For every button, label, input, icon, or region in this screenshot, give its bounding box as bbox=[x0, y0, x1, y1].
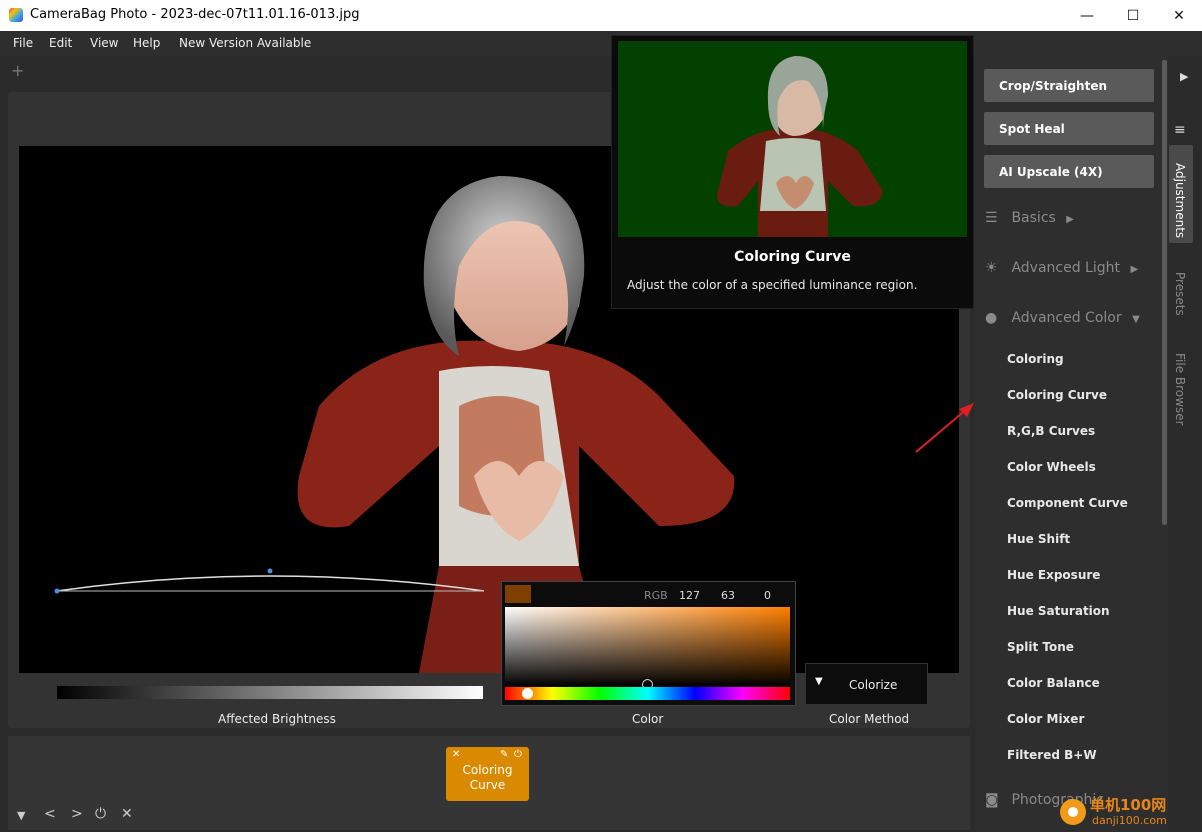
section-advanced-light-label: Advanced Light bbox=[1011, 260, 1120, 276]
item-color-balance[interactable]: Color Balance bbox=[1007, 676, 1100, 690]
menu-icon[interactable]: ≡ bbox=[1174, 122, 1186, 138]
color-swatch bbox=[505, 585, 531, 603]
rgb-green-value[interactable]: 63 bbox=[721, 589, 735, 602]
tab-presets[interactable]: Presets bbox=[1173, 272, 1187, 316]
next-button[interactable]: > bbox=[71, 806, 83, 822]
chevron-right-icon: ▶ bbox=[1066, 214, 1074, 225]
hue-handle[interactable] bbox=[522, 688, 533, 699]
tab-file-browser[interactable]: File Browser bbox=[1173, 353, 1187, 426]
color-label: Color bbox=[632, 712, 664, 726]
chip-label-line2: Curve bbox=[469, 778, 506, 792]
hue-slider[interactable] bbox=[505, 687, 790, 700]
item-rgb-curves[interactable]: R,G,B Curves bbox=[1007, 424, 1095, 438]
color-circles-icon: ● bbox=[985, 310, 998, 326]
color-method-dropdown[interactable]: ▼ Colorize bbox=[805, 663, 928, 705]
menu-view[interactable]: View bbox=[90, 36, 118, 50]
title-bar: CameraBag Photo - 2023-dec-07t11.01.16-0… bbox=[0, 0, 1202, 31]
tab-adjustments[interactable]: Adjustments bbox=[1173, 163, 1187, 238]
close-button[interactable]: ✕ bbox=[1156, 0, 1202, 31]
section-advanced-light[interactable]: ☀ Advanced Light ▶ bbox=[985, 260, 1138, 276]
spot-heal-button[interactable]: Spot Heal bbox=[984, 112, 1154, 145]
watermark-text-cn: 单机100网 bbox=[1090, 796, 1167, 814]
tooltip: Coloring Curve Adjust the color of a spe… bbox=[611, 35, 974, 309]
window-title: CameraBag Photo - 2023-dec-07t11.01.16-0… bbox=[30, 7, 360, 22]
menu-file[interactable]: File bbox=[13, 36, 33, 50]
collapse-icon[interactable]: ▼ bbox=[17, 809, 25, 822]
tooltip-title: Coloring Curve bbox=[734, 249, 851, 265]
item-color-wheels[interactable]: Color Wheels bbox=[1007, 460, 1096, 474]
tooltip-preview-image bbox=[618, 41, 967, 237]
maximize-button[interactable]: ☐ bbox=[1110, 0, 1156, 31]
watermark: 单机100网 danji100.com bbox=[1052, 793, 1202, 832]
color-picker[interactable]: RGB 127 63 0 bbox=[501, 581, 796, 706]
crop-straighten-label: Crop/Straighten bbox=[999, 79, 1107, 93]
item-coloring-curve[interactable]: Coloring Curve bbox=[1007, 388, 1107, 402]
power-toggle-icon[interactable]: ⏻ bbox=[95, 806, 106, 822]
menu-new-version[interactable]: New Version Available bbox=[179, 36, 311, 50]
chip-label-line1: Coloring bbox=[462, 763, 513, 777]
ai-upscale-button[interactable]: AI Upscale (4X) bbox=[984, 155, 1154, 188]
color-method-label: Color Method bbox=[829, 712, 910, 726]
section-basics[interactable]: ☰ Basics ▶ bbox=[985, 210, 1074, 226]
minimize-button[interactable]: — bbox=[1064, 0, 1110, 31]
item-coloring[interactable]: Coloring bbox=[1007, 352, 1064, 366]
item-hue-shift[interactable]: Hue Shift bbox=[1007, 532, 1070, 546]
chevron-right-icon: ▶ bbox=[1130, 264, 1139, 275]
tooltip-description: Adjust the color of a specified luminanc… bbox=[627, 278, 918, 292]
color-method-value: Colorize bbox=[849, 678, 898, 692]
item-color-mixer[interactable]: Color Mixer bbox=[1007, 712, 1084, 726]
section-basics-label: Basics bbox=[1011, 210, 1056, 226]
power-icon[interactable]: ⏻ bbox=[514, 749, 522, 760]
sliders-icon: ☰ bbox=[985, 210, 998, 226]
section-advanced-color[interactable]: ● Advanced Color ▼ bbox=[985, 310, 1140, 326]
add-tab-button[interactable]: + bbox=[11, 61, 24, 80]
rgb-red-value[interactable]: 127 bbox=[679, 589, 700, 602]
panel-scrollbar[interactable] bbox=[1162, 60, 1167, 525]
chevron-down-icon: ▼ bbox=[815, 676, 823, 687]
camera-icon: ◙ bbox=[985, 792, 999, 808]
expand-right-icon[interactable]: ▶ bbox=[1180, 70, 1188, 83]
menu-edit[interactable]: Edit bbox=[49, 36, 72, 50]
remove-icon[interactable]: ✕ bbox=[452, 749, 460, 760]
adjustment-chip-coloring-curve[interactable]: ✕ ✎ ⏻ Coloring Curve bbox=[446, 747, 529, 801]
affected-brightness-bar[interactable] bbox=[57, 686, 483, 699]
item-split-tone[interactable]: Split Tone bbox=[1007, 640, 1074, 654]
item-component-curve[interactable]: Component Curve bbox=[1007, 496, 1128, 510]
section-advanced-color-label: Advanced Color bbox=[1011, 310, 1122, 326]
saturation-value-area[interactable] bbox=[505, 607, 790, 686]
item-hue-exposure[interactable]: Hue Exposure bbox=[1007, 568, 1100, 582]
previous-button[interactable]: < bbox=[44, 806, 56, 822]
sun-icon: ☀ bbox=[985, 260, 998, 276]
affected-brightness-label: Affected Brightness bbox=[218, 712, 336, 726]
menu-help[interactable]: Help bbox=[133, 36, 160, 50]
rgb-label: RGB bbox=[644, 589, 668, 602]
spot-heal-label: Spot Heal bbox=[999, 122, 1065, 136]
app-logo-icon bbox=[9, 8, 23, 22]
pin-icon[interactable]: ✎ bbox=[500, 749, 508, 760]
crop-straighten-button[interactable]: Crop/Straighten bbox=[984, 69, 1154, 102]
annotation-arrow bbox=[915, 403, 974, 453]
watermark-text-url: danji100.com bbox=[1092, 814, 1167, 827]
clear-icon[interactable]: ✕ bbox=[121, 806, 133, 822]
rgb-blue-value[interactable]: 0 bbox=[764, 589, 771, 602]
item-filtered-bw[interactable]: Filtered B+W bbox=[1007, 748, 1097, 762]
watermark-logo-icon bbox=[1060, 799, 1086, 825]
chevron-down-icon: ▼ bbox=[1132, 314, 1140, 325]
ai-upscale-label: AI Upscale (4X) bbox=[999, 165, 1103, 179]
item-hue-saturation[interactable]: Hue Saturation bbox=[1007, 604, 1110, 618]
